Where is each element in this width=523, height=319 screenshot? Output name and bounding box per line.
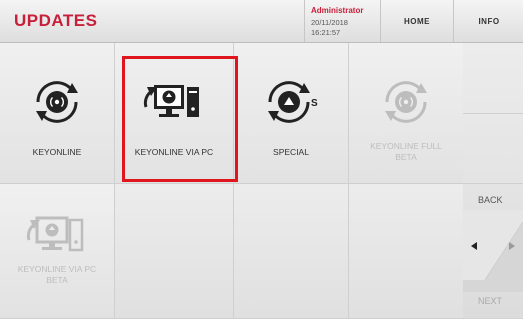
keyonline-icon	[28, 77, 86, 132]
keyonline-tile[interactable]: KEYONLINE	[0, 43, 115, 184]
special-label: SPECIAL	[273, 147, 309, 157]
home-button[interactable]: HOME	[380, 0, 453, 42]
keyonline-label: KEYONLINE	[32, 147, 82, 157]
page-title: UPDATES	[14, 11, 98, 30]
empty-slot	[349, 184, 464, 319]
special-update-icon: S	[260, 77, 322, 132]
keyonline-full-beta-tile: KEYONLINE FULL BETA	[349, 43, 464, 184]
user-info: Administrator 20/11/2018 16:21:57	[304, 0, 380, 42]
svg-text:S: S	[311, 98, 318, 109]
keyonline-via-pc-beta-icon	[25, 210, 89, 267]
empty-slot	[115, 184, 234, 319]
side-divider	[463, 183, 523, 184]
page-navigation[interactable]	[463, 210, 523, 292]
header-bar: UPDATES Administrator 20/11/2018 16:21:5…	[0, 0, 523, 43]
user-name: Administrator	[311, 6, 364, 15]
selection-highlight	[122, 56, 238, 182]
keyonline-via-pc-beta-tile: KEYONLINE VIA PC BETA	[0, 184, 115, 319]
keyonline-full-beta-icon	[377, 77, 435, 132]
keyonline-full-beta-label: KEYONLINE FULL BETA	[370, 141, 442, 162]
side-divider	[463, 113, 523, 114]
special-tile[interactable]: S SPECIAL	[234, 43, 349, 184]
keyonline-via-pc-beta-label: KEYONLINE VIA PC BETA	[17, 264, 97, 285]
back-button[interactable]: BACK	[478, 195, 503, 205]
next-button[interactable]: NEXT	[478, 296, 502, 306]
info-button[interactable]: INFO	[453, 0, 523, 42]
current-time: 16:21:57	[311, 28, 341, 37]
current-date: 20/11/2018	[311, 18, 348, 27]
updates-screen: UPDATES Administrator 20/11/2018 16:21:5…	[0, 0, 523, 319]
empty-slot	[234, 184, 349, 319]
